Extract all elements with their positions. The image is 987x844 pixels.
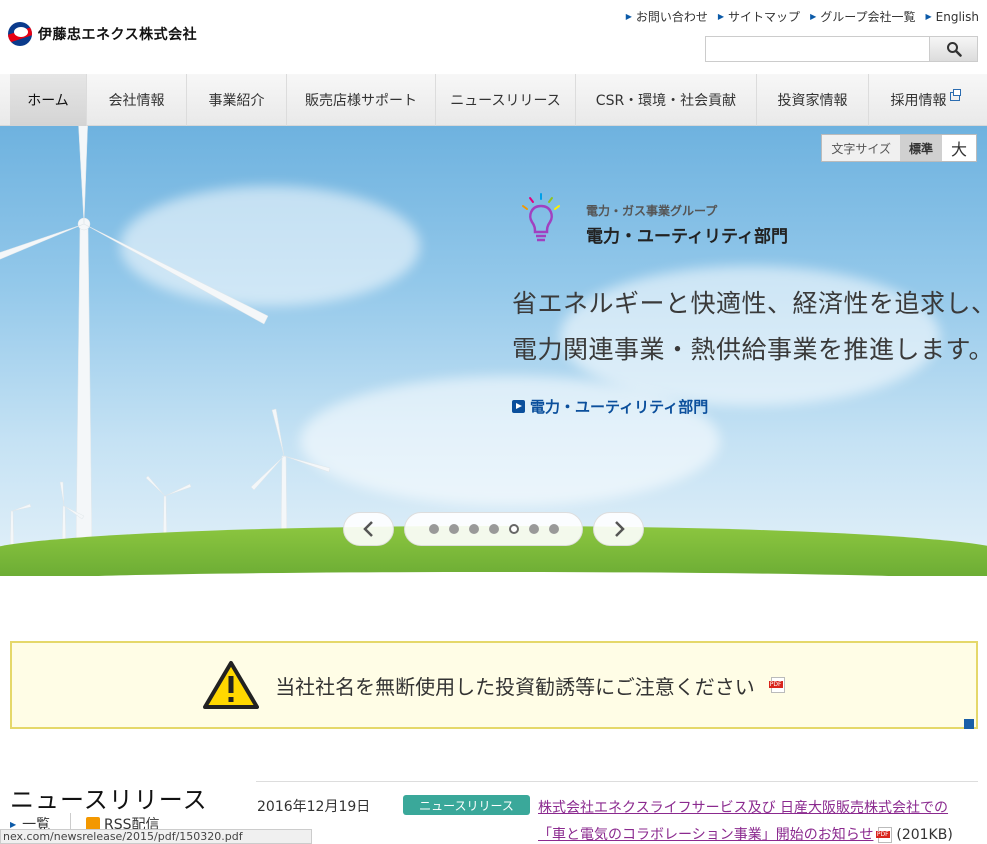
nav-recruit[interactable]: 採用情報 <box>869 74 981 126</box>
warning-icon <box>203 661 260 709</box>
division-title: 電力・ユーティリティ部門 <box>586 227 788 247</box>
nav-business[interactable]: 事業紹介 <box>187 74 287 126</box>
arrow-right-icon: ▶ <box>810 12 817 21</box>
light-bulb-icon <box>522 193 560 242</box>
hero-slider: 文字サイズ 標準 大 電力・ガス事業グループ 電力・ユーティリティ部門 省エネル… <box>0 126 987 576</box>
warning-text: 当社社名を無断使用した投資勧誘等にご注意ください <box>275 674 755 699</box>
slider-pagination <box>404 512 583 546</box>
slider-dot[interactable] <box>488 524 499 534</box>
nav-news-release[interactable]: ニュースリリース <box>436 74 576 126</box>
search-box <box>705 36 978 62</box>
slider-next-button[interactable] <box>593 512 644 546</box>
company-logo[interactable]: 伊藤忠エネクス株式会社 <box>8 22 197 46</box>
browser-status-bar: nex.com/newsrelease/2015/pdf/150320.pdf <box>0 829 312 844</box>
search-button[interactable] <box>930 36 978 62</box>
slider-dot[interactable] <box>428 524 439 534</box>
arrow-right-icon: ▶ <box>925 12 932 21</box>
fraud-warning-banner[interactable]: 当社社名を無断使用した投資勧誘等にご注意ください <box>10 641 978 729</box>
logo-mark-icon <box>8 22 32 46</box>
util-link-english[interactable]: ▶ English <box>926 8 980 25</box>
arrow-right-icon: ▶ <box>717 12 725 21</box>
news-section-title: ニュースリリース <box>10 786 208 814</box>
search-input[interactable] <box>705 36 930 62</box>
page: 伊藤忠エネクス株式会社 ▶ お問い合わせ ▶ サイトマップ ▶ グループ会社一覧 ▶ E… <box>0 0 987 844</box>
global-nav: ホーム 会社情報 事業紹介 販売店様サポート ニュースリリース CSR・環境・社… <box>0 74 987 126</box>
pdf-icon <box>768 677 785 693</box>
nav-csr[interactable]: CSR・環境・社会貢献 <box>576 74 757 126</box>
font-size-standard-button[interactable]: 標準 <box>899 135 942 161</box>
util-link-sitemap[interactable]: ▶ サイトマップ <box>718 8 800 25</box>
font-size-switcher: 文字サイズ 標準 大 <box>821 134 977 162</box>
nav-home[interactable]: ホーム <box>10 74 87 126</box>
slider-dot[interactable] <box>468 524 479 534</box>
chevron-right-icon <box>614 521 625 537</box>
slider-prev-button[interactable] <box>343 512 394 546</box>
hero-division-link[interactable]: 電力・ユーティリティ部門 <box>512 396 708 417</box>
file-size: (201KB) <box>896 827 953 843</box>
external-link-icon <box>949 88 961 101</box>
font-size-label: 文字サイズ <box>822 135 900 161</box>
news-date: 2016年12月19日 <box>257 799 371 815</box>
chevron-left-icon <box>362 521 373 537</box>
nav-investors[interactable]: 投資家情報 <box>757 74 869 126</box>
slider-dot[interactable] <box>528 524 539 534</box>
arrow-right-icon: ▶ <box>10 819 17 829</box>
slider-dot[interactable] <box>508 524 519 534</box>
group-label: 電力・ガス事業グループ <box>586 204 718 218</box>
logo-text: 伊藤忠エネクス株式会社 <box>38 27 198 43</box>
search-icon <box>946 42 962 57</box>
hero-headline-line2: 電力関連事業・熱供給事業を推進します。 <box>512 335 987 364</box>
pdf-icon <box>875 827 892 843</box>
nav-company-info[interactable]: 会社情報 <box>87 74 187 126</box>
arrow-right-icon: ▶ <box>625 12 632 21</box>
slider-dot[interactable] <box>548 524 559 534</box>
util-link-group-companies[interactable]: ▶ グループ会社一覧 <box>810 8 915 25</box>
news-title-block: 株式会社エネクスライフサービス及び 日産大阪販売株式会社での 「車と電気のコラボレ… <box>538 795 978 844</box>
util-link-contact[interactable]: ▶ お問い合わせ <box>626 8 708 25</box>
news-category-badge: ニュースリリース <box>403 795 530 815</box>
slider-dot[interactable] <box>448 524 459 534</box>
nav-dealer-support[interactable]: 販売店様サポート <box>287 74 436 126</box>
play-arrow-icon <box>512 400 525 413</box>
divider <box>256 781 978 782</box>
utility-links: ▶ お問い合わせ ▶ サイトマップ ▶ グループ会社一覧 ▶ English <box>626 8 979 25</box>
external-link-icon <box>964 719 974 729</box>
hero-headline-line1: 省エネルギーと快適性、経済性を追求し、 <box>512 289 987 318</box>
font-size-large-button[interactable]: 大 <box>942 135 976 161</box>
